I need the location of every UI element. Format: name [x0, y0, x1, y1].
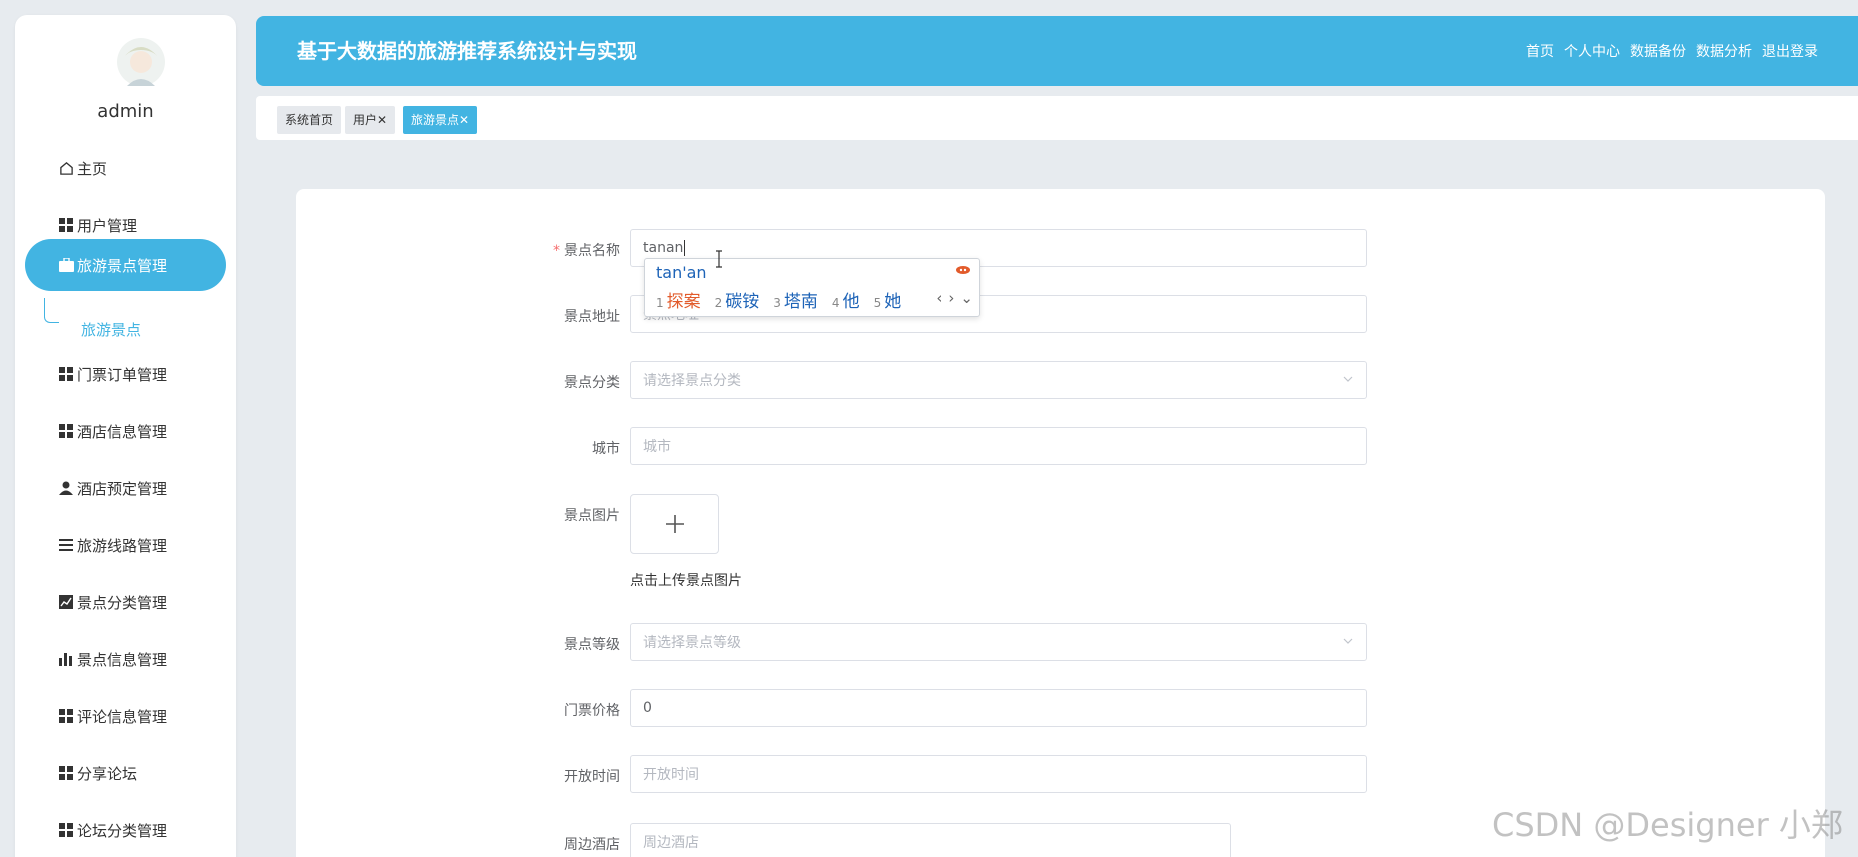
grid-icon [57, 216, 75, 234]
nav-profile-link[interactable]: 个人中心 [1564, 41, 1620, 61]
sidebar: admin 主页 用户管理 旅游景点管理 旅游景点 门票订单管理 酒店信息管理 [15, 15, 236, 857]
city-input[interactable]: 城市 [630, 427, 1367, 465]
ime-candidate[interactable]: 3 塔南 [773, 287, 818, 312]
ime-candidates: 1 探案 2 碳铵 3 塔南 4他 5她 [656, 287, 901, 312]
sidebar-item-hotel-info[interactable]: 酒店信息管理 [15, 411, 236, 451]
tab-label: 用户 [353, 113, 378, 127]
tab-users[interactable]: 用户✕ [345, 106, 396, 134]
top-header: 基于大数据的旅游推荐系统设计与实现 首页 个人中心 数据备份 数据分析 退出登录 [256, 16, 1858, 86]
tab-attractions[interactable]: 旅游景点✕ [403, 106, 478, 134]
tab-label: 旅游景点 [411, 113, 460, 127]
grid-icon [57, 365, 75, 383]
plus-icon [665, 515, 684, 533]
chevron-down-icon[interactable]: ⌄ [960, 289, 973, 307]
close-icon[interactable]: ✕ [377, 113, 387, 127]
nav-logout-link[interactable]: 退出登录 [1762, 41, 1818, 61]
sidebar-item-label: 论坛分类管理 [77, 821, 168, 840]
chevron-down-icon [1343, 638, 1353, 644]
app-title: 基于大数据的旅游推荐系统设计与实现 [297, 39, 637, 63]
ime-composition: tan'an [656, 263, 707, 282]
category-select[interactable]: 请选择景点分类 [630, 361, 1367, 399]
field-label-hotel: 周边酒店 [564, 837, 620, 853]
bar-chart-icon [57, 650, 75, 668]
sidebar-item-label: 门票订单管理 [77, 365, 168, 384]
field-label-image: 景点图片 [564, 508, 620, 524]
username: admin [97, 101, 154, 122]
sidebar-item-label: 旅游景点管理 [77, 256, 168, 275]
sidebar-item-label: 旅游线路管理 [77, 536, 168, 555]
sidebar-item-label: 酒店预定管理 [77, 479, 168, 498]
image-upload-button[interactable] [630, 494, 719, 554]
tabs-bar: 系统首页 用户✕ 旅游景点✕ [256, 96, 1858, 140]
field-label-level: 景点等级 [564, 637, 620, 653]
watermark: CSDN @Designer 小郑 [1492, 806, 1843, 844]
chevron-left-icon[interactable]: ‹ [936, 289, 942, 307]
avatar [117, 38, 165, 86]
upload-hint: 点击上传景点图片 [630, 573, 742, 589]
sidebar-item-attraction-categories[interactable]: 景点分类管理 [15, 582, 236, 622]
chevron-down-icon [1343, 376, 1353, 382]
sidebar-subitem-attractions[interactable]: 旅游景点 [15, 311, 236, 347]
grid-icon [57, 821, 75, 839]
sidebar-item-comments[interactable]: 评论信息管理 [15, 696, 236, 736]
header-nav: 首页 个人中心 数据备份 数据分析 退出登录 [1526, 16, 1858, 86]
field-label-name: * 景点名称 [553, 243, 620, 259]
sidebar-item-forum[interactable]: 分享论坛 [15, 753, 236, 793]
nav-analytics-link[interactable]: 数据分析 [1696, 41, 1752, 61]
sidebar-item-label: 用户管理 [77, 216, 138, 235]
field-label-category: 景点分类 [564, 375, 620, 391]
close-icon[interactable]: ✕ [459, 113, 469, 127]
user-icon [57, 479, 75, 497]
nav-home-link[interactable]: 首页 [1526, 41, 1554, 61]
tab-label: 系统首页 [285, 113, 334, 127]
briefcase-icon [57, 256, 75, 274]
grid-icon [57, 764, 75, 782]
ime-candidate[interactable]: 5她 [874, 287, 902, 312]
grid-icon [57, 422, 75, 440]
grid-icon [57, 707, 75, 725]
sidebar-item-home[interactable]: 主页 [15, 148, 236, 188]
tab-system-home[interactable]: 系统首页 [277, 106, 342, 134]
sidebar-item-ticket-orders[interactable]: 门票订单管理 [15, 354, 236, 394]
ime-candidate[interactable]: 2 碳铵 [715, 287, 760, 312]
price-input[interactable]: 0 [630, 689, 1367, 727]
chevron-right-icon[interactable]: › [948, 289, 954, 307]
ime-candidate[interactable]: 1 探案 [656, 287, 701, 312]
trend-chart-icon [57, 593, 75, 611]
field-label-price: 门票价格 [564, 703, 620, 719]
field-label-city: 城市 [592, 441, 620, 457]
sidebar-item-attractions[interactable]: 旅游景点管理 [25, 239, 226, 291]
sidebar-item-label: 主页 [77, 159, 108, 178]
hotel-input[interactable]: 周边酒店 [630, 823, 1231, 857]
text-cursor-icon [716, 250, 722, 268]
sidebar-item-label: 景点信息管理 [77, 650, 168, 669]
level-select[interactable]: 请选择景点等级 [630, 623, 1367, 661]
sidebar-item-attraction-info[interactable]: 景点信息管理 [15, 639, 236, 679]
sidebar-subitem-label: 旅游景点 [81, 320, 142, 339]
open-time-input[interactable]: 开放时间 [630, 755, 1367, 793]
sidebar-item-label: 评论信息管理 [77, 707, 168, 726]
nav-backup-link[interactable]: 数据备份 [1630, 41, 1686, 61]
sidebar-item-hotel-booking[interactable]: 酒店预定管理 [15, 468, 236, 508]
ime-candidate-popup: tan'an 1 探案 2 碳铵 3 塔南 4他 5她 ‹ › ⌄ [644, 258, 980, 317]
ime-candidate[interactable]: 4他 [832, 287, 860, 312]
sidebar-item-label: 景点分类管理 [77, 593, 168, 612]
ime-nav: ‹ › ⌄ [936, 289, 973, 307]
home-icon [57, 159, 75, 177]
sidebar-item-forum-categories[interactable]: 论坛分类管理 [15, 810, 236, 850]
field-label-address: 景点地址 [564, 309, 620, 325]
ime-logo-icon [956, 266, 970, 274]
text-caret [684, 240, 686, 256]
sidebar-item-label: 酒店信息管理 [77, 422, 168, 441]
sidebar-item-routes[interactable]: 旅游线路管理 [15, 525, 236, 565]
field-label-open-time: 开放时间 [564, 769, 620, 785]
list-icon [57, 536, 75, 554]
sidebar-item-label: 分享论坛 [77, 764, 138, 783]
